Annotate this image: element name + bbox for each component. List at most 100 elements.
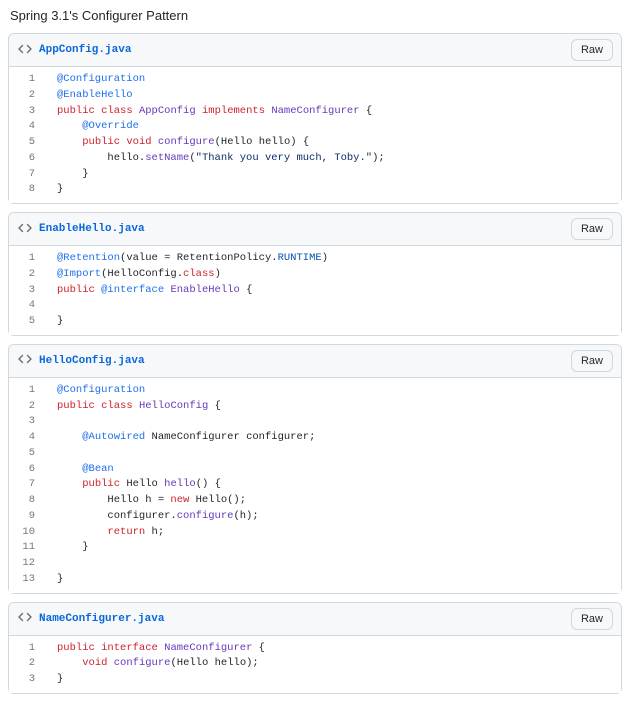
- line-number: 3: [9, 104, 43, 120]
- code-cell: public class AppConfig implements NameCo…: [43, 104, 621, 120]
- line-number: 4: [9, 298, 43, 314]
- raw-button[interactable]: Raw: [571, 39, 613, 61]
- line-number: 7: [9, 477, 43, 493]
- code-line: 2public class HelloConfig {: [9, 399, 621, 415]
- code-icon: [17, 41, 33, 60]
- line-number: 13: [9, 572, 43, 593]
- code-line: 6 hello.setName("Thank you very much, To…: [9, 151, 621, 167]
- line-number: 3: [9, 672, 43, 693]
- code-table: 1@Configuration2@EnableHello3public clas…: [9, 67, 621, 203]
- line-number: 12: [9, 556, 43, 572]
- file-header: EnableHello.java Raw: [9, 213, 621, 246]
- file-name-link[interactable]: AppConfig.java: [39, 44, 131, 56]
- code-line: 4: [9, 298, 621, 314]
- code-line: 6 @Bean: [9, 462, 621, 478]
- line-number: 4: [9, 430, 43, 446]
- code-cell: @Bean: [43, 462, 621, 478]
- code-cell: @Configuration: [43, 67, 621, 88]
- file-name-link[interactable]: EnableHello.java: [39, 223, 145, 235]
- code-line: 1@Configuration: [9, 67, 621, 88]
- line-number: 1: [9, 67, 43, 88]
- code-cell: [43, 556, 621, 572]
- code-cell: @Retention(value = RetentionPolicy.RUNTI…: [43, 246, 621, 267]
- file-header: AppConfig.java Raw: [9, 34, 621, 67]
- file-header-left: NameConfigurer.java: [17, 609, 164, 628]
- code-cell: [43, 298, 621, 314]
- code-line: 12: [9, 556, 621, 572]
- code-cell: @Autowired NameConfigurer configurer;: [43, 430, 621, 446]
- file-block: EnableHello.java Raw 1@Retention(value = R…: [8, 212, 622, 336]
- line-number: 5: [9, 446, 43, 462]
- code-line: 2@Import(HelloConfig.class): [9, 267, 621, 283]
- line-number: 5: [9, 314, 43, 335]
- code-cell: @Configuration: [43, 378, 621, 399]
- code-table: 1@Retention(value = RetentionPolicy.RUNT…: [9, 246, 621, 335]
- file-header-left: AppConfig.java: [17, 41, 131, 60]
- code-line: 11 }: [9, 540, 621, 556]
- code-icon: [17, 351, 33, 370]
- code-line: 3}: [9, 672, 621, 693]
- line-number: 2: [9, 88, 43, 104]
- code-cell: void configure(Hello hello);: [43, 656, 621, 672]
- code-icon: [17, 220, 33, 239]
- code-cell: public interface NameConfigurer {: [43, 636, 621, 657]
- code-cell: Hello h = new Hello();: [43, 493, 621, 509]
- code-line: 3public @interface EnableHello {: [9, 283, 621, 299]
- code-line: 8}: [9, 182, 621, 203]
- code-cell: configurer.configure(h);: [43, 509, 621, 525]
- code-line: 2@EnableHello: [9, 88, 621, 104]
- code-cell: public @interface EnableHello {: [43, 283, 621, 299]
- page-title: Spring 3.1's Configurer Pattern: [10, 8, 622, 23]
- line-number: 3: [9, 414, 43, 430]
- line-number: 8: [9, 493, 43, 509]
- code-cell: }: [43, 167, 621, 183]
- code-cell: public void configure(Hello hello) {: [43, 135, 621, 151]
- code-table: 1public interface NameConfigurer {2 void…: [9, 636, 621, 693]
- line-number: 6: [9, 151, 43, 167]
- code-cell: }: [43, 672, 621, 693]
- file-block: HelloConfig.java Raw 1@Configuration2publi…: [8, 344, 622, 594]
- code-icon: [17, 609, 33, 628]
- code-cell: }: [43, 182, 621, 203]
- line-number: 2: [9, 656, 43, 672]
- line-number: 3: [9, 283, 43, 299]
- line-number: 9: [9, 509, 43, 525]
- raw-button[interactable]: Raw: [571, 608, 613, 630]
- line-number: 7: [9, 167, 43, 183]
- line-number: 1: [9, 378, 43, 399]
- code-line: 3: [9, 414, 621, 430]
- code-line: 5: [9, 446, 621, 462]
- file-header: HelloConfig.java Raw: [9, 345, 621, 378]
- file-name-link[interactable]: HelloConfig.java: [39, 355, 145, 367]
- code-cell: @EnableHello: [43, 88, 621, 104]
- file-header-left: EnableHello.java: [17, 220, 145, 239]
- code-line: 1public interface NameConfigurer {: [9, 636, 621, 657]
- code-line: 5}: [9, 314, 621, 335]
- line-number: 2: [9, 267, 43, 283]
- line-number: 1: [9, 636, 43, 657]
- file-name-link[interactable]: NameConfigurer.java: [39, 613, 164, 625]
- code-line: 3public class AppConfig implements NameC…: [9, 104, 621, 120]
- code-line: 4 @Override: [9, 119, 621, 135]
- file-block: NameConfigurer.java Raw 1public interface …: [8, 602, 622, 694]
- code-line: 9 configurer.configure(h);: [9, 509, 621, 525]
- code-cell: @Override: [43, 119, 621, 135]
- raw-button[interactable]: Raw: [571, 350, 613, 372]
- code-table: 1@Configuration2public class HelloConfig…: [9, 378, 621, 593]
- files-container: AppConfig.javaRaw1@Configuration2@Enable…: [8, 33, 622, 694]
- code-cell: hello.setName("Thank you very much, Toby…: [43, 151, 621, 167]
- code-cell: }: [43, 314, 621, 335]
- code-cell: public Hello hello() {: [43, 477, 621, 493]
- line-number: 5: [9, 135, 43, 151]
- file-header: NameConfigurer.java Raw: [9, 603, 621, 636]
- code-cell: [43, 446, 621, 462]
- code-cell: }: [43, 572, 621, 593]
- code-cell: public class HelloConfig {: [43, 399, 621, 415]
- code-cell: @Import(HelloConfig.class): [43, 267, 621, 283]
- code-cell: }: [43, 540, 621, 556]
- code-cell: [43, 414, 621, 430]
- code-line: 7 }: [9, 167, 621, 183]
- raw-button[interactable]: Raw: [571, 218, 613, 240]
- code-line: 7 public Hello hello() {: [9, 477, 621, 493]
- line-number: 4: [9, 119, 43, 135]
